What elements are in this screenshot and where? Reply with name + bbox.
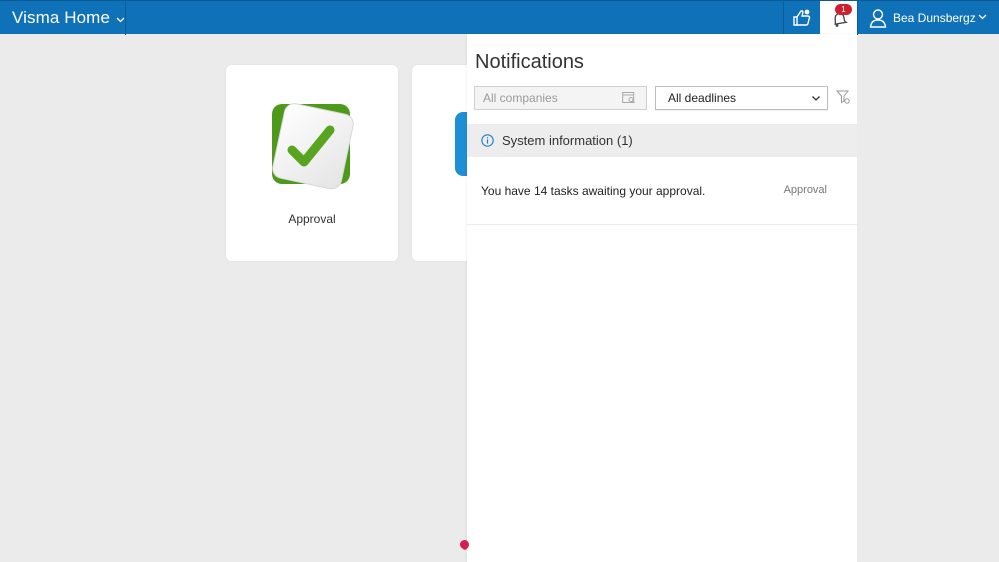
approval-tile-label: Approval: [288, 212, 336, 226]
deadline-filter-value: All deadlines: [668, 91, 737, 105]
notification-item[interactable]: You have 14 tasks awaiting your approval…: [467, 157, 857, 225]
deadline-filter-select[interactable]: All deadlines: [655, 86, 828, 110]
filter-icon[interactable]: [836, 90, 850, 104]
approval-tile[interactable]: Approval: [226, 65, 398, 261]
panel-title: Notifications: [475, 51, 584, 73]
section-title: System information (1): [502, 133, 633, 148]
calendar-search-icon[interactable]: [622, 91, 636, 104]
chevron-down-icon: [978, 14, 987, 20]
thumbs-up-icon: [793, 9, 811, 26]
info-icon: [481, 134, 494, 147]
approval-checkmark-icon: [272, 103, 354, 190]
chevron-down-icon: [116, 17, 125, 22]
notification-count-badge: 1: [835, 4, 852, 15]
notifications-button[interactable]: 1: [820, 1, 857, 36]
user-menu[interactable]: Bea Dunsbergz: [857, 1, 999, 35]
notifications-panel: Notifications All deadlines System infor…: [467, 34, 857, 562]
notification-category-link[interactable]: Approval: [784, 184, 827, 196]
user-icon: [869, 9, 887, 28]
system-information-section[interactable]: System information (1): [467, 124, 857, 157]
feedback-button[interactable]: [783, 1, 820, 35]
app-switcher[interactable]: Visma Home: [0, 1, 126, 35]
notification-text: You have 14 tasks awaiting your approval…: [481, 184, 706, 198]
app-title: Visma Home: [12, 8, 110, 27]
top-bar: Visma Home 1 Bea Dunsbergz: [0, 0, 999, 36]
chevron-down-icon: [812, 96, 820, 101]
user-name: Bea Dunsbergz: [893, 11, 976, 25]
